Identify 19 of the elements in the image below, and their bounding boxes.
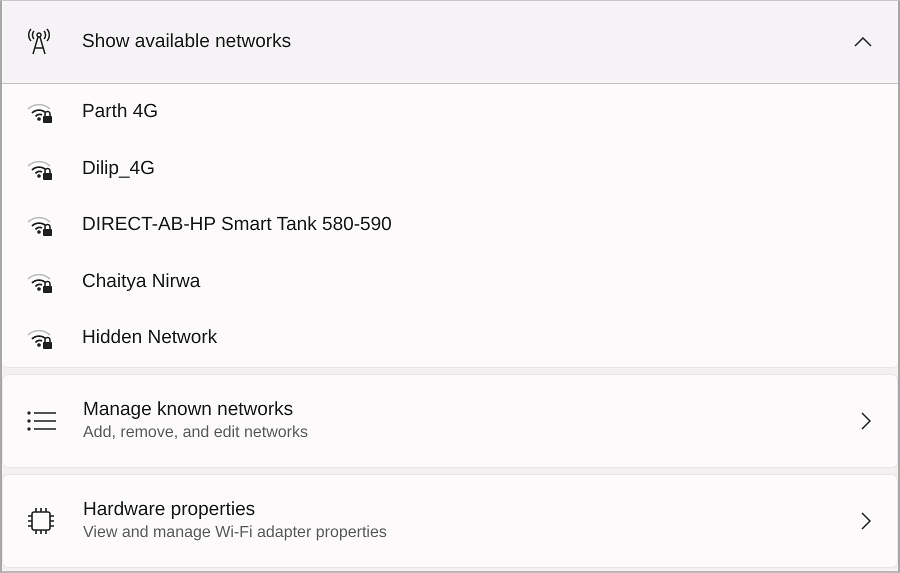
setting-title: Hardware properties (83, 499, 256, 521)
antenna-icon (26, 28, 52, 56)
settings-card[interactable]: Hardware properties View and manage Wi-Fi adapter properties (2, 474, 898, 568)
network-item[interactable]: DIRECT-AB-HP Smart Tank 580-590 (2, 197, 898, 254)
network-item[interactable]: Parth 4G (2, 84, 898, 140)
setting-title: Manage known networks (83, 399, 294, 421)
chevron-right-icon (861, 512, 871, 530)
network-item[interactable]: Hidden Network (2, 310, 898, 366)
section-title: Show available networks (82, 31, 292, 53)
chevron-up-icon[interactable] (854, 37, 872, 47)
chip-icon (27, 506, 55, 534)
list-icon (27, 410, 57, 430)
setting-description: Add, remove, and edit networks (83, 424, 310, 442)
chevron-right-icon (861, 412, 871, 430)
network-item[interactable]: Dilip_4G (2, 140, 898, 197)
expander-header[interactable]: Show available networks (2, 1, 898, 84)
network-item[interactable]: Chaitya Nirwa (2, 254, 898, 310)
setting-description: View and manage Wi-Fi adapter properties (83, 524, 388, 542)
settings-card[interactable]: Manage known networks Add, remove, and edit networks (2, 374, 898, 468)
